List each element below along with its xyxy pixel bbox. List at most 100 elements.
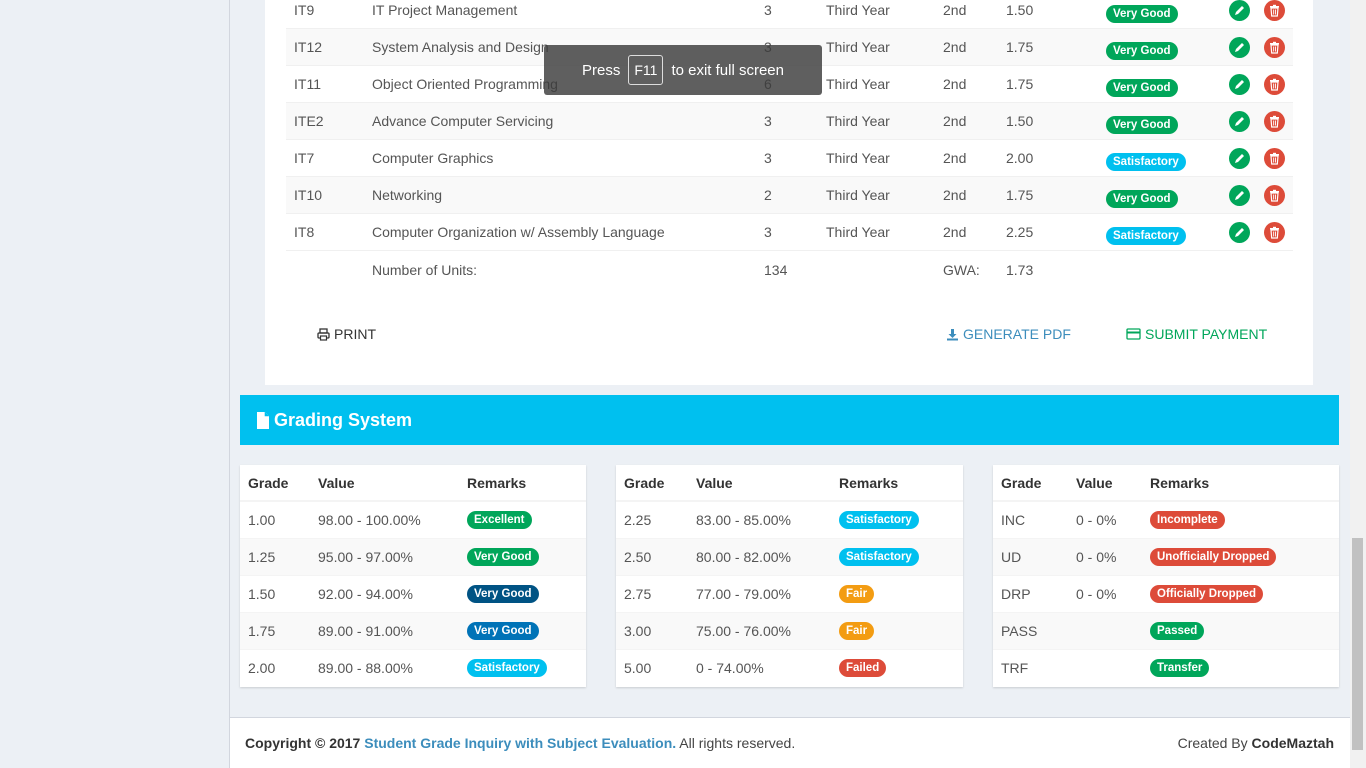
value-cell: 80.00 - 82.00%: [688, 537, 831, 575]
remarks-cell: Satisfactory: [459, 648, 586, 686]
table-row: IT10 Networking 2 Third Year 2nd 1.75 Very Goo…: [286, 177, 1293, 214]
trash-icon: [1264, 185, 1285, 206]
grade-cell: 1.75: [240, 611, 310, 649]
footer: Copyright © 2017 Student Grade Inquiry w…: [230, 717, 1350, 768]
grading-system-title: Grading System: [274, 409, 413, 430]
footer-left: Copyright © 2017 Student Grade Inquiry w…: [245, 735, 795, 751]
grade-cell: 1.50: [240, 574, 310, 612]
value-header: Value: [1068, 465, 1142, 502]
value-header: Value: [688, 465, 831, 502]
gwa-label: GWA:: [943, 262, 980, 278]
remark-badge: Satisfactory: [1106, 227, 1186, 245]
units-total: 134: [764, 262, 788, 278]
trash-icon: [1264, 0, 1285, 21]
value-cell: 0 - 0%: [1068, 537, 1142, 575]
remarks-cell: Unofficially Dropped: [1142, 537, 1339, 575]
remarks-cell: Transfer: [1142, 648, 1339, 686]
download-icon: [947, 328, 958, 340]
pencil-icon: [1229, 185, 1250, 206]
table-row: IT8 Computer Organization w/ Assembly Lan…: [286, 214, 1293, 251]
grade-cell: 1.25: [240, 537, 310, 575]
remark-badge: Incomplete: [1150, 511, 1225, 530]
remarks-cell: Fair: [831, 611, 963, 649]
remarks-cell: Satisfactory: [831, 537, 963, 575]
table-row: UD 0 - 0% Unofficially Dropped: [993, 537, 1339, 575]
value-cell: 0 - 74.00%: [688, 648, 831, 686]
value-cell: [1068, 648, 1142, 686]
trash-icon: [1264, 222, 1285, 243]
remark-badge: Very Good: [1106, 116, 1178, 134]
scrollbar-thumb[interactable]: [1352, 538, 1363, 750]
print-icon: [317, 327, 330, 341]
grade-header: Grade: [616, 465, 688, 502]
pencil-icon: [1229, 148, 1250, 169]
value-cell: 89.00 - 91.00%: [310, 611, 459, 649]
app-name-link[interactable]: Student Grade Inquiry with Subject Evalu…: [364, 735, 676, 751]
remark-badge: Satisfactory: [1106, 153, 1186, 171]
remark-badge: Very Good: [467, 622, 539, 640]
remark-badge: Very Good: [467, 548, 539, 566]
grade-cell: UD: [993, 537, 1068, 575]
remark-badge: Satisfactory: [467, 659, 547, 678]
trash-icon: [1264, 74, 1285, 95]
trash-icon: [1264, 37, 1285, 58]
author-name: CodeMaztah: [1251, 735, 1334, 751]
remark-badge: Unofficially Dropped: [1150, 548, 1277, 566]
remarks-header: Remarks: [1142, 465, 1339, 502]
print-label: PRINT: [334, 326, 376, 342]
value-cell: 75.00 - 76.00%: [688, 611, 831, 649]
remark-badge: Very Good: [1106, 42, 1178, 60]
remark-badge: Very Good: [467, 585, 539, 603]
pencil-icon: [1229, 37, 1250, 58]
grade-cell: 2.75: [616, 574, 688, 612]
grading-table-1: Grade Value Remarks 1.00 98.00 - 100.00% Exce…: [240, 465, 586, 687]
table-row: 1.75 89.00 - 91.00% Very Good: [240, 611, 586, 649]
table-row: 5.00 0 - 74.00% Failed: [616, 648, 963, 686]
print-button[interactable]: PRINT: [317, 326, 376, 342]
table-row: 2.00 89.00 - 88.00% Satisfactory: [240, 648, 586, 686]
footer-right: Created By CodeMaztah: [1178, 735, 1334, 751]
units-label: Number of Units:: [372, 262, 478, 278]
remarks-cell: Fair: [831, 574, 963, 612]
remarks-cell: Satisfactory: [831, 500, 963, 538]
fullscreen-notice: Press F11 to exit full screen: [544, 45, 822, 95]
grade-cell: 2.25: [616, 500, 688, 538]
value-cell: 95.00 - 97.00%: [310, 537, 459, 575]
remarks-header: Remarks: [831, 465, 963, 502]
remarks-cell: Officially Dropped: [1142, 574, 1339, 612]
value-cell: 98.00 - 100.00%: [310, 500, 459, 538]
remark-badge: Transfer: [1150, 659, 1210, 678]
rights-text: All rights reserved.: [679, 735, 796, 751]
remark-badge: Fair: [839, 585, 875, 603]
value-cell: 77.00 - 79.00%: [688, 574, 831, 612]
fullscreen-notice-before: Press: [582, 61, 621, 79]
table-row: 1.25 95.00 - 97.00% Very Good: [240, 537, 586, 575]
pencil-icon: [1229, 111, 1250, 132]
table-row: 2.50 80.00 - 82.00% Satisfactory: [616, 537, 963, 575]
grade-cell: TRF: [993, 648, 1068, 686]
table-row: 3.00 75.00 - 76.00% Fair: [616, 611, 963, 649]
remark-badge: Fair: [839, 622, 875, 640]
value-cell: 89.00 - 88.00%: [310, 648, 459, 686]
grading-system-header: Grading System: [240, 395, 1339, 445]
grade-cell: DRP: [993, 574, 1068, 612]
credit-card-icon: [1126, 328, 1141, 340]
gwa-value: 1.73: [1006, 262, 1034, 278]
grade-cell: PASS: [993, 611, 1068, 649]
scrollbar[interactable]: [1350, 0, 1366, 768]
generate-pdf-button[interactable]: GENERATE PDF: [946, 326, 1071, 342]
remarks-cell: Excellent: [459, 500, 586, 538]
table-row: ITE2 Advance Computer Servicing 3 Third Yea…: [286, 103, 1293, 140]
fullscreen-key: F11: [628, 55, 664, 85]
submit-payment-button[interactable]: SUBMIT PAYMENT: [1126, 326, 1267, 342]
table-row: INC 0 - 0% Incomplete: [993, 500, 1339, 538]
remarks-cell: Passed: [1142, 611, 1339, 649]
fullscreen-notice-after: to exit full screen: [671, 61, 784, 79]
trash-icon: [1264, 148, 1285, 169]
remark-badge: Passed: [1150, 622, 1205, 640]
remarks-cell: Very Good: [459, 574, 586, 612]
remarks-header: Remarks: [459, 465, 586, 502]
remarks-cell: Failed: [831, 648, 963, 686]
value-cell: 83.00 - 85.00%: [688, 500, 831, 538]
pencil-icon: [1229, 0, 1250, 21]
